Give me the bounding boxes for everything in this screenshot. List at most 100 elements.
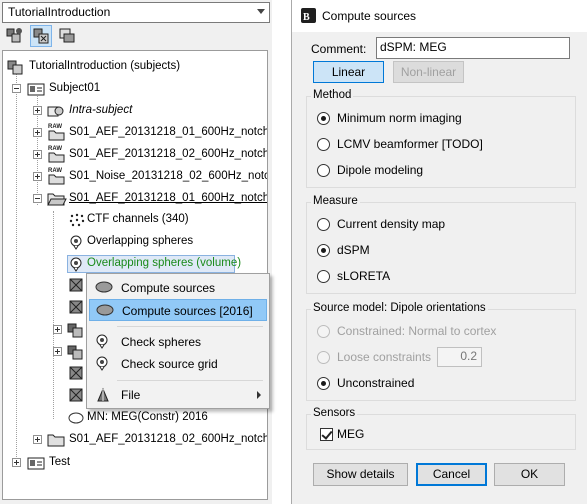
radio-label: Current density map bbox=[337, 217, 446, 231]
tree-root-label: TutorialIntroduction (subjects) bbox=[29, 60, 181, 72]
menu-item-label: Check spheres bbox=[121, 335, 202, 349]
dialog-titlebar[interactable]: B Compute sources bbox=[292, 0, 587, 32]
menu-separator bbox=[117, 326, 263, 327]
radio-button[interactable] bbox=[317, 138, 330, 151]
expand-toggle[interactable] bbox=[12, 458, 21, 467]
svg-text:RAW: RAW bbox=[48, 146, 62, 152]
tree-intra-subject[interactable]: Intra-subject bbox=[3, 101, 267, 121]
sphere-icon bbox=[96, 334, 108, 349]
menu-check-spheres[interactable]: Check spheres bbox=[89, 331, 267, 353]
compute-sources-dialog: B Compute sources Comment: dSPM: MEG Lin… bbox=[291, 0, 587, 504]
tree-mn-label: MN: MEG(Constr) 2016 bbox=[87, 411, 208, 423]
context-menu: Compute sources Compute sources [2016] C… bbox=[86, 273, 270, 409]
ok-button[interactable]: OK bbox=[494, 463, 565, 486]
svg-text:RAW: RAW bbox=[48, 124, 62, 130]
menu-item-label: Check source grid bbox=[121, 357, 218, 371]
tree-root[interactable]: TutorialIntroduction (subjects) bbox=[3, 57, 267, 77]
tree-run2-label: S01_AEF_20131218_02_600Hz_notch bbox=[69, 148, 268, 160]
menu-item-label: Compute sources [2016] bbox=[122, 304, 253, 318]
expand-toggle[interactable] bbox=[33, 435, 42, 444]
tree-run1-label: S01_AEF_20131218_01_600Hz_notch bbox=[69, 126, 268, 138]
tree-noise[interactable]: RAW S01_Noise_20131218_02_600Hz_notch bbox=[3, 167, 268, 187]
tree-headmodel2-label: Overlapping spheres (volume) bbox=[87, 257, 242, 269]
tree-run1-open[interactable]: S01_AEF_20131218_01_600Hz_notch bbox=[3, 189, 267, 209]
tree-run1[interactable]: RAW S01_AEF_20131218_01_600Hz_notch bbox=[3, 123, 268, 143]
app-logo-icon: B bbox=[301, 8, 316, 23]
tree-intra-label: Intra-subject bbox=[69, 104, 133, 116]
radio-button[interactable] bbox=[317, 112, 330, 125]
radio-button[interactable] bbox=[317, 325, 330, 338]
matrix-icon bbox=[69, 300, 83, 314]
method-group-title: Method bbox=[311, 89, 354, 101]
expand-toggle[interactable] bbox=[33, 128, 42, 137]
menu-compute-sources[interactable]: Compute sources bbox=[89, 277, 267, 299]
protocol-select-value: TutorialIntroduction bbox=[8, 5, 111, 19]
radio-button[interactable] bbox=[317, 377, 330, 390]
condition-icon bbox=[67, 345, 83, 360]
expand-toggle[interactable] bbox=[33, 150, 42, 159]
tree-test[interactable]: Test bbox=[3, 453, 267, 473]
condition-icon bbox=[67, 323, 83, 338]
show-details-button[interactable]: Show details bbox=[313, 463, 408, 486]
tree-test-label: Test bbox=[49, 456, 71, 468]
chevron-down-icon[interactable] bbox=[257, 9, 265, 14]
expand-toggle[interactable] bbox=[33, 172, 42, 181]
chevron-right-icon bbox=[257, 391, 261, 399]
tree-headmodel-surface[interactable]: Overlapping spheres bbox=[3, 232, 267, 252]
radio-button[interactable] bbox=[317, 270, 330, 283]
menu-file[interactable]: File bbox=[89, 384, 267, 406]
tree-subject-label: Subject01 bbox=[49, 82, 101, 94]
tree-ctf-label: CTF channels (340) bbox=[87, 213, 189, 225]
tree-ctf-channels[interactable]: CTF channels (340) bbox=[3, 210, 267, 230]
subject-icon bbox=[27, 83, 45, 96]
comment-input[interactable]: dSPM: MEG bbox=[376, 37, 570, 59]
raw-folder-icon: RAW bbox=[48, 168, 65, 185]
nonlinear-button[interactable]: Non-linear bbox=[393, 61, 464, 83]
cancel-button[interactable]: Cancel bbox=[416, 463, 487, 486]
radio-label: Minimum norm imaging bbox=[337, 111, 462, 125]
channels-icon bbox=[69, 213, 85, 227]
svg-text:RAW: RAW bbox=[48, 168, 62, 174]
protocol-icon bbox=[7, 60, 23, 75]
svg-text:B: B bbox=[303, 12, 310, 23]
source-model-group: Source model: Dipole orientations Constr… bbox=[306, 302, 576, 401]
sensors-group-title: Sensors bbox=[311, 407, 358, 419]
file-icon bbox=[97, 387, 109, 402]
menu-item-label: Compute sources bbox=[121, 281, 216, 295]
matrix-icon bbox=[69, 388, 83, 402]
brain-icon bbox=[96, 304, 114, 316]
functional-view-icon[interactable] bbox=[4, 25, 26, 47]
head-model-icon bbox=[70, 257, 82, 272]
anatomy-view-icon[interactable] bbox=[30, 25, 52, 47]
head-model-icon bbox=[70, 235, 82, 250]
raw-folder-icon: RAW bbox=[48, 146, 65, 163]
expand-toggle[interactable] bbox=[53, 325, 62, 334]
menu-compute-sources-2016[interactable]: Compute sources [2016] bbox=[89, 299, 267, 321]
expand-toggle[interactable] bbox=[53, 347, 62, 356]
collapse-toggle[interactable] bbox=[12, 84, 21, 93]
measure-group-title: Measure bbox=[311, 195, 360, 207]
radio-button[interactable] bbox=[317, 164, 330, 177]
radio-button[interactable] bbox=[317, 351, 330, 364]
loose-value-input[interactable]: 0.2 bbox=[437, 347, 482, 367]
tree-run2[interactable]: RAW S01_AEF_20131218_02_600Hz_notch bbox=[3, 145, 268, 165]
meg-label: MEG bbox=[337, 427, 365, 441]
menu-check-source-grid[interactable]: Check source grid bbox=[89, 353, 267, 375]
tree-subject01[interactable]: Subject01 bbox=[3, 79, 267, 99]
tree-noise-label: S01_Noise_20131218_02_600Hz_notch bbox=[69, 170, 268, 182]
protocol-select[interactable]: TutorialIntroduction bbox=[2, 2, 270, 23]
tree-run2b[interactable]: S01_AEF_20131218_02_600Hz_notch bbox=[3, 430, 267, 450]
tree-source-result[interactable]: MN: MEG(Constr) 2016 bbox=[3, 408, 267, 428]
method-group: Method Minimum norm imaging LCMV beamfor… bbox=[306, 89, 576, 188]
database-view-icon[interactable] bbox=[56, 25, 78, 47]
collapse-toggle[interactable] bbox=[33, 194, 42, 203]
linear-button[interactable]: Linear bbox=[313, 61, 384, 83]
menu-item-label: File bbox=[121, 388, 141, 402]
open-folder-icon bbox=[47, 193, 67, 206]
tree-headmodel-volume[interactable]: Overlapping spheres (volume) bbox=[3, 254, 267, 274]
radio-button[interactable] bbox=[317, 218, 330, 231]
measure-group: Measure Current density map dSPM sLORETA bbox=[306, 195, 576, 294]
radio-button[interactable] bbox=[317, 244, 330, 257]
expand-toggle[interactable] bbox=[33, 106, 42, 115]
meg-checkbox[interactable] bbox=[320, 428, 333, 441]
